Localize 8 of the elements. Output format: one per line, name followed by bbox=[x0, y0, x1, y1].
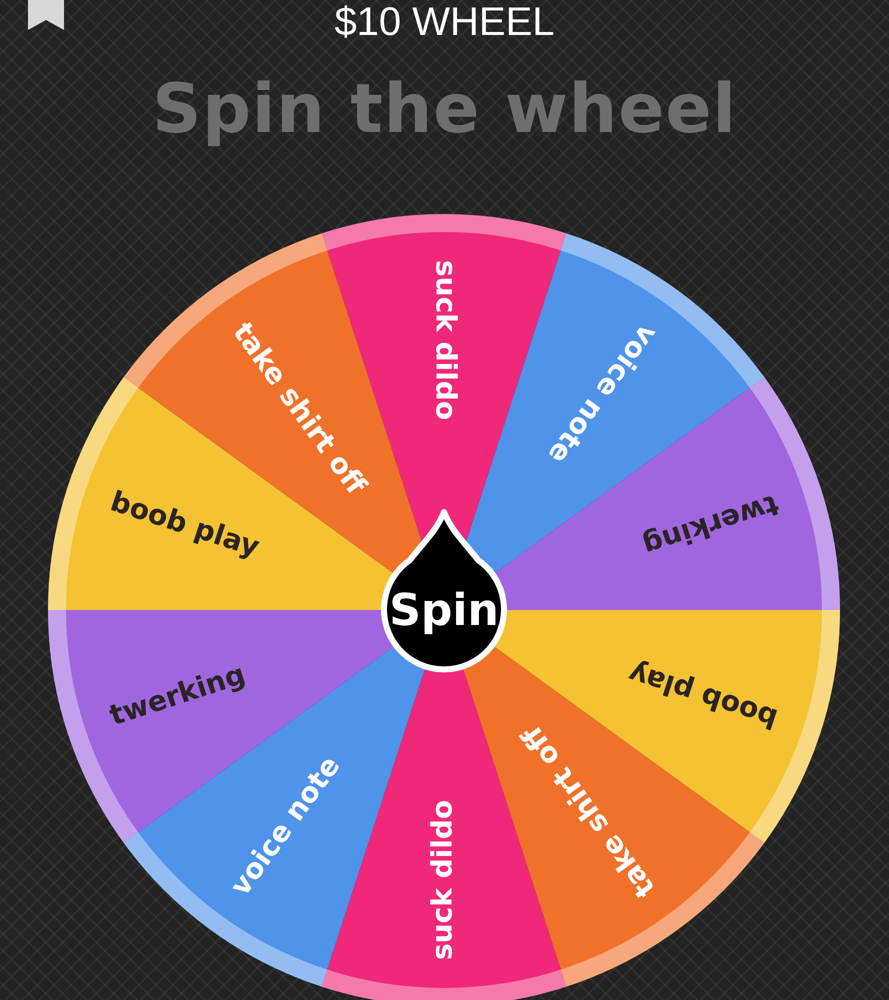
bookmark-icon[interactable] bbox=[28, 0, 64, 30]
page-title: $10 WHEEL bbox=[334, 0, 555, 44]
segment-label: suck dildo bbox=[429, 260, 462, 420]
heading: Spin the wheel bbox=[152, 70, 737, 150]
segment-label: suck dildo bbox=[426, 800, 459, 960]
spin-button[interactable]: Spin bbox=[381, 509, 507, 672]
segment-label: boob play bbox=[106, 484, 264, 564]
segment-label: boob play bbox=[624, 656, 782, 736]
